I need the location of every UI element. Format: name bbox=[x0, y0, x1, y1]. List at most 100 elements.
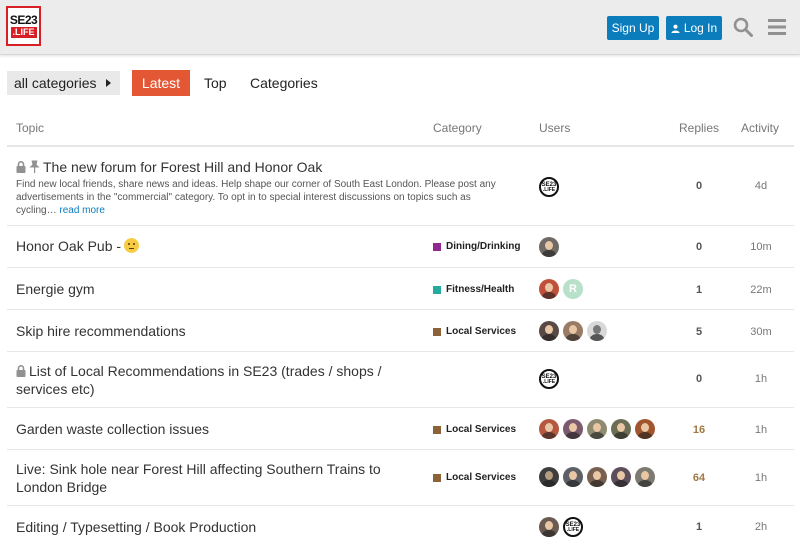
topic-activity[interactable]: 4d bbox=[741, 180, 781, 192]
category-name: Local Services bbox=[446, 326, 517, 337]
user-icon bbox=[671, 24, 680, 33]
topic-row[interactable]: Skip hire recommendations Local Services… bbox=[7, 310, 794, 352]
logo-text-line2: .LIFE bbox=[10, 27, 37, 38]
nav-tab-categories[interactable]: Categories bbox=[250, 70, 318, 96]
nav-tab-top[interactable]: Top bbox=[204, 70, 227, 96]
avatar[interactable] bbox=[539, 321, 559, 341]
category-color-swatch bbox=[433, 473, 441, 482]
topic-replies: 0 bbox=[695, 241, 703, 253]
topic-title[interactable]: Skip hire recommendations bbox=[16, 322, 186, 340]
topic-title-text: Live: Sink hole near Forest Hill affecti… bbox=[16, 461, 381, 495]
caret-right-icon bbox=[106, 79, 111, 87]
category-color-swatch bbox=[433, 242, 441, 251]
column-header-topic[interactable]: Topic bbox=[16, 121, 44, 135]
column-header-activity[interactable]: Activity bbox=[741, 121, 779, 135]
topic-activity[interactable]: 22m bbox=[741, 284, 781, 296]
thinking-emoji-icon bbox=[124, 238, 140, 253]
topic-row[interactable]: Honor Oak Pub - Dining/Drinking 0 10m bbox=[7, 226, 794, 268]
category-color-swatch bbox=[433, 425, 441, 434]
topic-row[interactable]: The new forum for Forest Hill and Honor … bbox=[7, 147, 794, 226]
topic-title[interactable]: Editing / Typesetting / Book Production bbox=[16, 518, 256, 536]
topic-title[interactable]: Honor Oak Pub - bbox=[16, 237, 140, 255]
avatar[interactable] bbox=[539, 517, 559, 537]
column-header-users: Users bbox=[539, 121, 571, 135]
avatar-logo-subtext: .LIFE bbox=[542, 186, 556, 193]
category-color-swatch bbox=[433, 285, 441, 294]
topic-title-text: Energie gym bbox=[16, 281, 95, 297]
avatar[interactable] bbox=[563, 419, 583, 439]
topic-category[interactable]: Fitness/Health bbox=[433, 284, 514, 295]
read-more-link[interactable]: read more bbox=[59, 205, 105, 216]
log-in-button[interactable]: Log In bbox=[666, 16, 722, 40]
topic-replies: 1 bbox=[695, 284, 703, 296]
topic-title[interactable]: Live: Sink hole near Forest Hill affecti… bbox=[16, 460, 421, 496]
topic-title-text: Editing / Typesetting / Book Production bbox=[16, 519, 257, 535]
column-header-category[interactable]: Category bbox=[433, 121, 482, 135]
topic-replies: 64 bbox=[692, 472, 706, 484]
column-header-replies[interactable]: Replies bbox=[679, 121, 719, 135]
topic-replies: 5 bbox=[695, 326, 703, 338]
topic-title[interactable]: Garden waste collection issues bbox=[16, 420, 209, 438]
topic-row[interactable]: Energie gym Fitness/Health R 1 22m bbox=[7, 268, 794, 310]
topic-category[interactable]: Local Services bbox=[433, 472, 516, 483]
topic-row[interactable]: Editing / Typesetting / Book Production … bbox=[7, 506, 794, 546]
topic-category[interactable]: Local Services bbox=[433, 326, 516, 337]
category-color-swatch bbox=[433, 327, 441, 336]
category-dropdown-label: all categories bbox=[14, 75, 97, 91]
category-name: Local Services bbox=[446, 472, 517, 483]
avatar[interactable] bbox=[635, 419, 655, 439]
avatar[interactable] bbox=[611, 467, 631, 487]
avatar[interactable] bbox=[563, 321, 583, 341]
log-in-label: Log In bbox=[683, 21, 718, 35]
avatar-letter[interactable]: R bbox=[563, 279, 583, 299]
category-dropdown[interactable]: all categories bbox=[7, 71, 120, 95]
topic-activity[interactable]: 1h bbox=[741, 472, 781, 484]
search-icon[interactable] bbox=[733, 17, 753, 37]
topic-row[interactable]: Garden waste collection issues Local Ser… bbox=[7, 408, 794, 450]
topic-title-text: Garden waste collection issues bbox=[16, 421, 209, 437]
nav-tab-latest[interactable]: Latest bbox=[132, 70, 190, 96]
avatar[interactable] bbox=[539, 279, 559, 299]
topic-users bbox=[539, 237, 559, 257]
avatar[interactable]: SE23 .LIFE bbox=[563, 517, 583, 537]
topic-activity[interactable]: 2h bbox=[741, 521, 781, 533]
lock-icon bbox=[16, 161, 26, 173]
topic-row[interactable]: List of Local Recommendations in SE23 (t… bbox=[7, 352, 794, 408]
topic-row[interactable]: Live: Sink hole near Forest Hill affecti… bbox=[7, 450, 794, 506]
hamburger-menu-icon[interactable] bbox=[767, 18, 787, 36]
topic-title[interactable]: Energie gym bbox=[16, 280, 95, 298]
avatar[interactable] bbox=[587, 467, 607, 487]
topic-activity[interactable]: 1h bbox=[741, 424, 781, 436]
topic-users bbox=[539, 419, 655, 439]
topic-category[interactable]: Local Services bbox=[433, 424, 516, 435]
avatar[interactable] bbox=[539, 467, 559, 487]
lock-icon bbox=[16, 365, 26, 377]
avatar[interactable] bbox=[539, 237, 559, 257]
logo-text-line1: SE23 bbox=[9, 13, 38, 27]
topic-title[interactable]: List of Local Recommendations in SE23 (t… bbox=[16, 362, 421, 398]
topic-title-text: Skip hire recommendations bbox=[16, 323, 186, 339]
avatar[interactable] bbox=[587, 419, 607, 439]
avatar[interactable] bbox=[563, 467, 583, 487]
topic-activity[interactable]: 30m bbox=[741, 326, 781, 338]
topic-replies: 16 bbox=[692, 424, 706, 436]
avatar[interactable] bbox=[587, 321, 607, 341]
topic-title[interactable]: The new forum for Forest Hill and Honor … bbox=[16, 158, 322, 176]
topic-title-text: The new forum for Forest Hill and Honor … bbox=[43, 159, 323, 175]
avatar[interactable]: SE23 .LIFE bbox=[539, 369, 559, 389]
topic-users: SE23 .LIFE bbox=[539, 517, 583, 537]
avatar[interactable] bbox=[611, 419, 631, 439]
topic-users bbox=[539, 467, 655, 487]
site-logo[interactable]: SE23 .LIFE bbox=[6, 6, 41, 46]
avatar[interactable]: SE23 .LIFE bbox=[539, 177, 559, 197]
topic-replies: 0 bbox=[695, 373, 703, 385]
category-name: Local Services bbox=[446, 424, 517, 435]
category-name: Fitness/Health bbox=[446, 284, 515, 295]
topic-category[interactable]: Dining/Drinking bbox=[433, 241, 520, 252]
avatar[interactable] bbox=[635, 467, 655, 487]
topic-title-text: Honor Oak Pub - bbox=[16, 238, 122, 254]
avatar[interactable] bbox=[539, 419, 559, 439]
topic-activity[interactable]: 1h bbox=[741, 373, 781, 385]
topic-activity[interactable]: 10m bbox=[741, 241, 781, 253]
sign-up-button[interactable]: Sign Up bbox=[607, 16, 659, 40]
